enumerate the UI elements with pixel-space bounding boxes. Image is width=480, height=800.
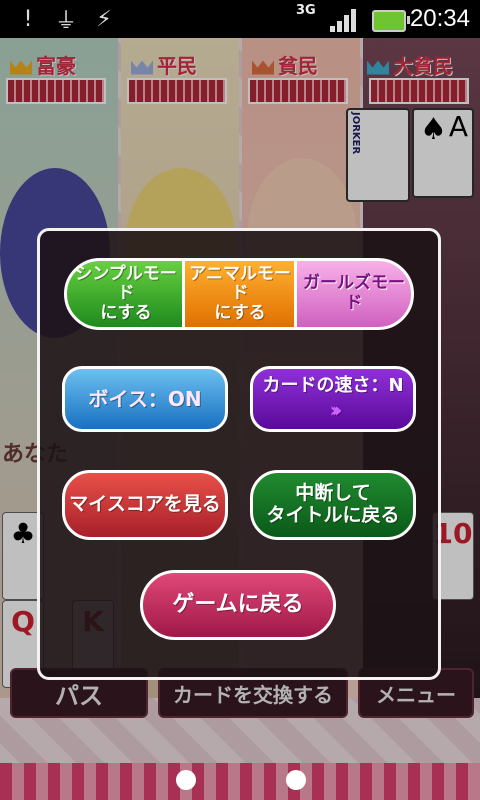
animal-mode-button[interactable]: アニマルモード にする [182, 258, 298, 330]
chevrons-icon: ››› [329, 397, 343, 422]
alert-icon: ! [23, 6, 33, 32]
my-score-button[interactable]: マイスコアを見る [62, 470, 228, 540]
network-type: 3G [296, 3, 316, 18]
cat-icon [176, 770, 196, 790]
battery-charging-icon [372, 10, 410, 32]
cat-icon [286, 770, 306, 790]
back-to-game-button[interactable]: ゲームに戻る [140, 570, 336, 640]
usb-icon: ⏚ [54, 9, 77, 34]
card-speed-button[interactable]: カードの速さ：N ››› [250, 366, 416, 432]
clock: 20:34 [409, 5, 470, 32]
status-bar: ! ⏚ ⚡ 3G 20:34 [0, 0, 480, 38]
voice-toggle-button[interactable]: ボイス：ON [62, 366, 228, 432]
card-speed-label: カードの速さ：N [262, 375, 404, 397]
simple-mode-button[interactable]: シンプルモード にする [64, 258, 188, 330]
girls-mode-button[interactable]: ガールズモード [294, 258, 414, 330]
quit-to-title-button[interactable]: 中断して タイトルに戻る [250, 470, 416, 540]
signal-icon [330, 8, 360, 32]
usb-debug-icon: ⚡ [96, 6, 112, 32]
